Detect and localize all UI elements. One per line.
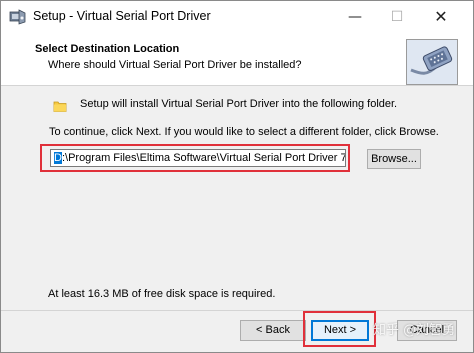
serial-port-cable-icon	[406, 39, 458, 85]
wizard-body: Setup will install Virtual Serial Port D…	[1, 86, 473, 310]
install-info-text: Setup will install Virtual Serial Port D…	[80, 98, 398, 110]
minimize-button[interactable]: —	[333, 5, 377, 29]
close-button[interactable]: ✕	[419, 5, 463, 29]
folder-icon	[53, 99, 67, 113]
next-button[interactable]: Next >	[311, 320, 369, 341]
back-button[interactable]: < Back	[240, 320, 306, 341]
footer-divider	[1, 310, 473, 311]
path-selected-char: D	[54, 152, 62, 164]
wizard-header: Select Destination Location Where should…	[1, 33, 473, 86]
watermark-text: 知乎 @刘智勇	[373, 323, 456, 338]
title-bar[interactable]: Setup - Virtual Serial Port Driver — ☐ ✕	[1, 1, 473, 33]
path-text: :\Program Files\Eltima Software\Virtual …	[61, 152, 346, 164]
setup-window: Setup - Virtual Serial Port Driver — ☐ ✕…	[0, 0, 474, 353]
destination-path-field[interactable]: D:\Program Files\Eltima Software\Virtual…	[50, 149, 346, 167]
setup-package-icon	[9, 9, 27, 25]
disk-space-text: At least 16.3 MB of free disk space is r…	[48, 288, 276, 300]
page-subtitle: Where should Virtual Serial Port Driver …	[48, 59, 302, 71]
window-title: Setup - Virtual Serial Port Driver	[33, 9, 211, 23]
page-title: Select Destination Location	[35, 43, 180, 55]
maximize-button[interactable]: ☐	[375, 5, 419, 29]
instructions-text: To continue, click Next. If you would li…	[49, 126, 439, 138]
browse-button[interactable]: Browse...	[367, 149, 421, 169]
